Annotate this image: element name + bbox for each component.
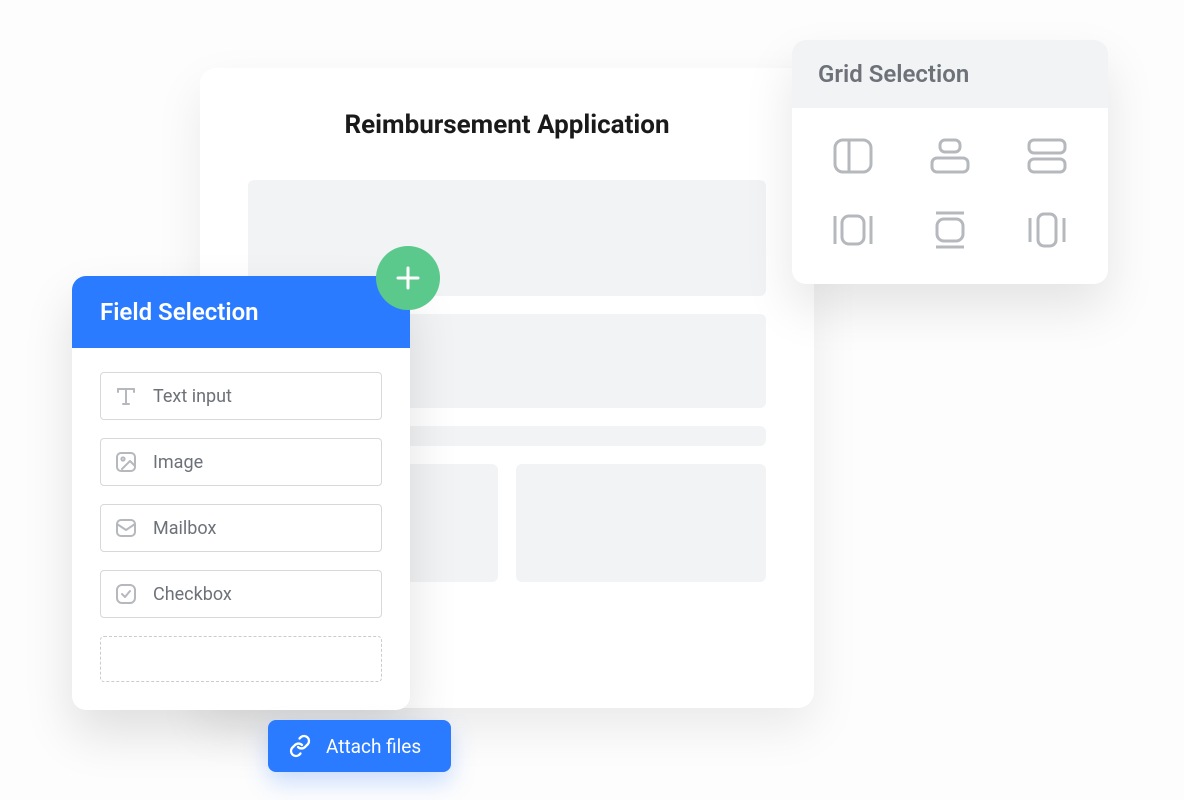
field-option-text-input[interactable]: Text input [100,372,382,420]
grid-option-stack-equal[interactable] [1025,136,1069,176]
grid-selection-title: Grid Selection [792,40,1108,108]
add-field-button[interactable] [376,246,440,310]
attach-files-button[interactable]: Attach files [268,720,451,772]
field-option-label: Text input [153,386,232,407]
field-option-label: Checkbox [153,584,232,605]
grid-options [792,108,1108,284]
plus-icon [393,263,423,293]
field-option-label: Mailbox [153,518,216,539]
checkbox-icon [113,581,139,607]
attach-files-label: Attach files [326,735,421,758]
form-placeholder-block [516,464,766,582]
grid-option-split-left[interactable] [831,136,875,176]
grid-option-top-narrow[interactable] [928,136,972,176]
grid-selection-panel: Grid Selection [792,40,1108,284]
link-icon [288,734,312,758]
field-selection-panel: Field Selection Text input [72,276,410,710]
grid-option-center-vertical[interactable] [928,210,972,250]
form-title: Reimbursement Application [248,110,766,140]
grid-option-center-horizontal[interactable] [831,210,875,250]
field-option-checkbox[interactable]: Checkbox [100,570,382,618]
field-drop-zone[interactable] [100,636,382,682]
image-icon [113,449,139,475]
mail-icon [113,515,139,541]
field-option-label: Image [153,452,203,473]
field-list: Text input Image Mailbox [72,348,410,682]
field-selection-title: Field Selection [72,276,410,348]
grid-option-center-tall[interactable] [1025,210,1069,250]
field-option-image[interactable]: Image [100,438,382,486]
field-option-mailbox[interactable]: Mailbox [100,504,382,552]
text-icon [113,383,139,409]
